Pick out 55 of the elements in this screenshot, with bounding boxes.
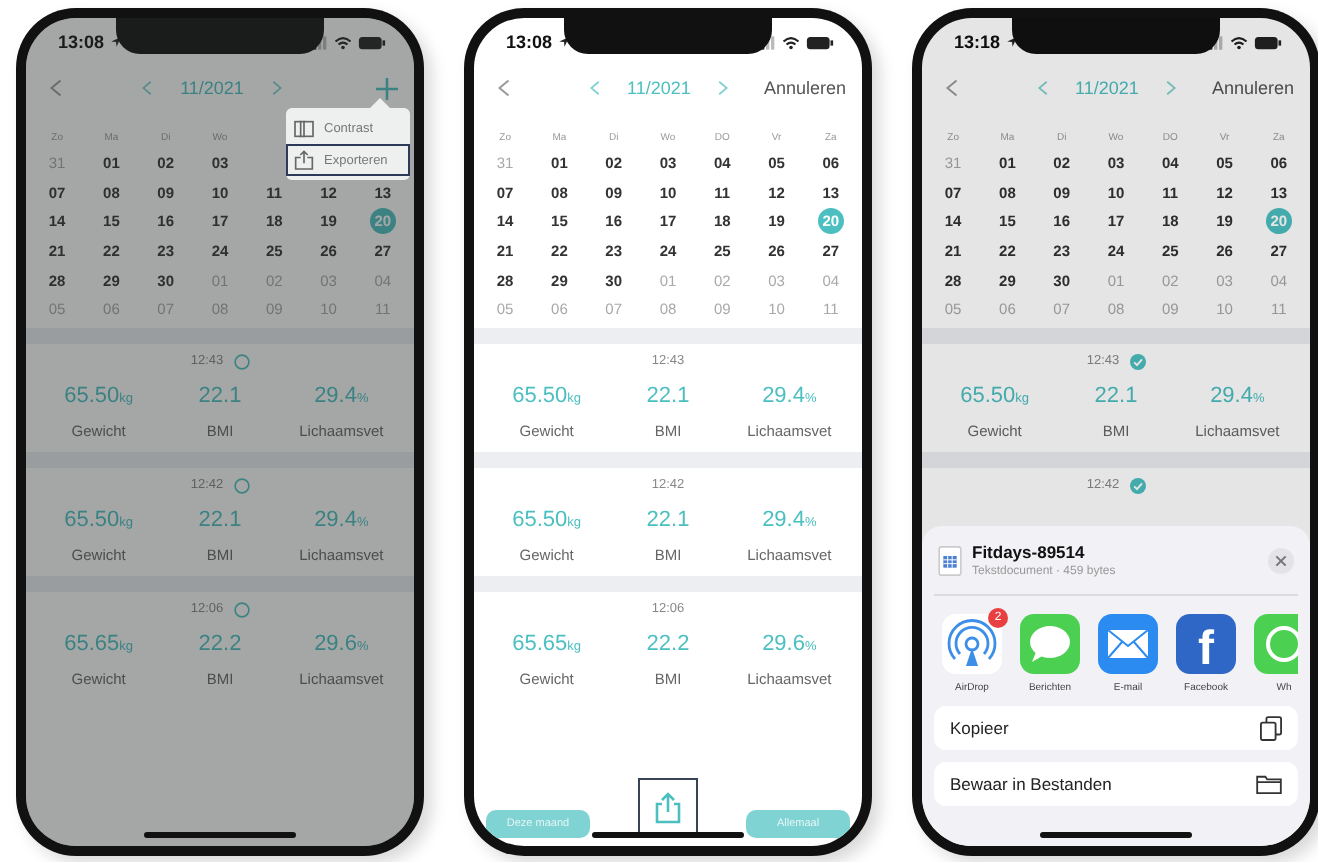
previous-month-icon[interactable]	[1037, 80, 1048, 96]
month-title: 11/2021	[1075, 78, 1139, 98]
metric-value: 22.1	[646, 384, 690, 409]
back-chevron-icon[interactable]	[946, 78, 958, 98]
folder-icon	[1256, 774, 1282, 794]
checked-circle-icon[interactable]	[1129, 353, 1146, 370]
copy-icon	[1260, 715, 1282, 741]
next-month-icon[interactable]	[271, 80, 282, 96]
battery-icon	[1254, 35, 1282, 49]
status-time: 13:18	[954, 32, 1001, 52]
chat-app-icon	[1254, 614, 1298, 674]
battery-icon	[806, 35, 834, 49]
wifi-icon	[1230, 35, 1248, 49]
metric-value: 22.1	[1094, 384, 1138, 409]
share-action-item[interactable]: Bewaar in Bestanden	[934, 762, 1298, 806]
envelope-icon	[1098, 614, 1158, 674]
metric-value: 22.1	[198, 508, 242, 533]
split-square-icon	[294, 119, 314, 137]
plus-icon[interactable]	[376, 77, 398, 99]
cancel-button[interactable]: Annuleren	[1211, 78, 1294, 98]
concentric-rings-icon	[942, 614, 1002, 674]
close-icon[interactable]	[1268, 547, 1294, 573]
month-title: 11/2021	[180, 78, 244, 98]
wifi-icon	[334, 35, 352, 49]
back-chevron-icon[interactable]	[498, 78, 510, 98]
wifi-icon	[782, 35, 800, 49]
metric-value: 22.1	[198, 384, 242, 409]
status-time: 13:08	[58, 32, 105, 52]
cancel-button[interactable]: Annuleren	[763, 78, 846, 98]
empty-circle-icon[interactable]	[233, 601, 250, 618]
document-icon	[938, 545, 962, 575]
previous-month-icon[interactable]	[589, 80, 600, 96]
metric-value: 22.1	[646, 508, 690, 533]
previous-month-icon[interactable]	[142, 80, 153, 96]
empty-circle-icon[interactable]	[233, 353, 250, 370]
next-month-icon[interactable]	[1166, 80, 1177, 96]
empty-circle-icon[interactable]	[233, 477, 250, 494]
share-icon	[652, 792, 684, 824]
letter-f-icon: f	[1176, 614, 1236, 674]
share-action-item[interactable]: Kopieer	[934, 706, 1298, 750]
file-name: Fitdays-89514	[972, 542, 1087, 562]
metric-value: 22.2	[646, 632, 690, 657]
export-button[interactable]	[638, 778, 698, 838]
month-title: 11/2021	[627, 78, 691, 98]
back-chevron-icon[interactable]	[50, 78, 62, 98]
status-time: 13:08	[506, 32, 553, 52]
location-arrow-icon	[110, 36, 123, 48]
metric-value: 22.2	[198, 632, 242, 657]
location-arrow-icon	[1006, 36, 1019, 48]
share-icon	[294, 150, 314, 170]
battery-icon	[358, 35, 386, 49]
speech-bubble-icon	[1020, 614, 1080, 674]
next-month-icon[interactable]	[718, 80, 729, 96]
location-arrow-icon	[558, 36, 571, 48]
checked-circle-icon[interactable]	[1129, 477, 1146, 494]
